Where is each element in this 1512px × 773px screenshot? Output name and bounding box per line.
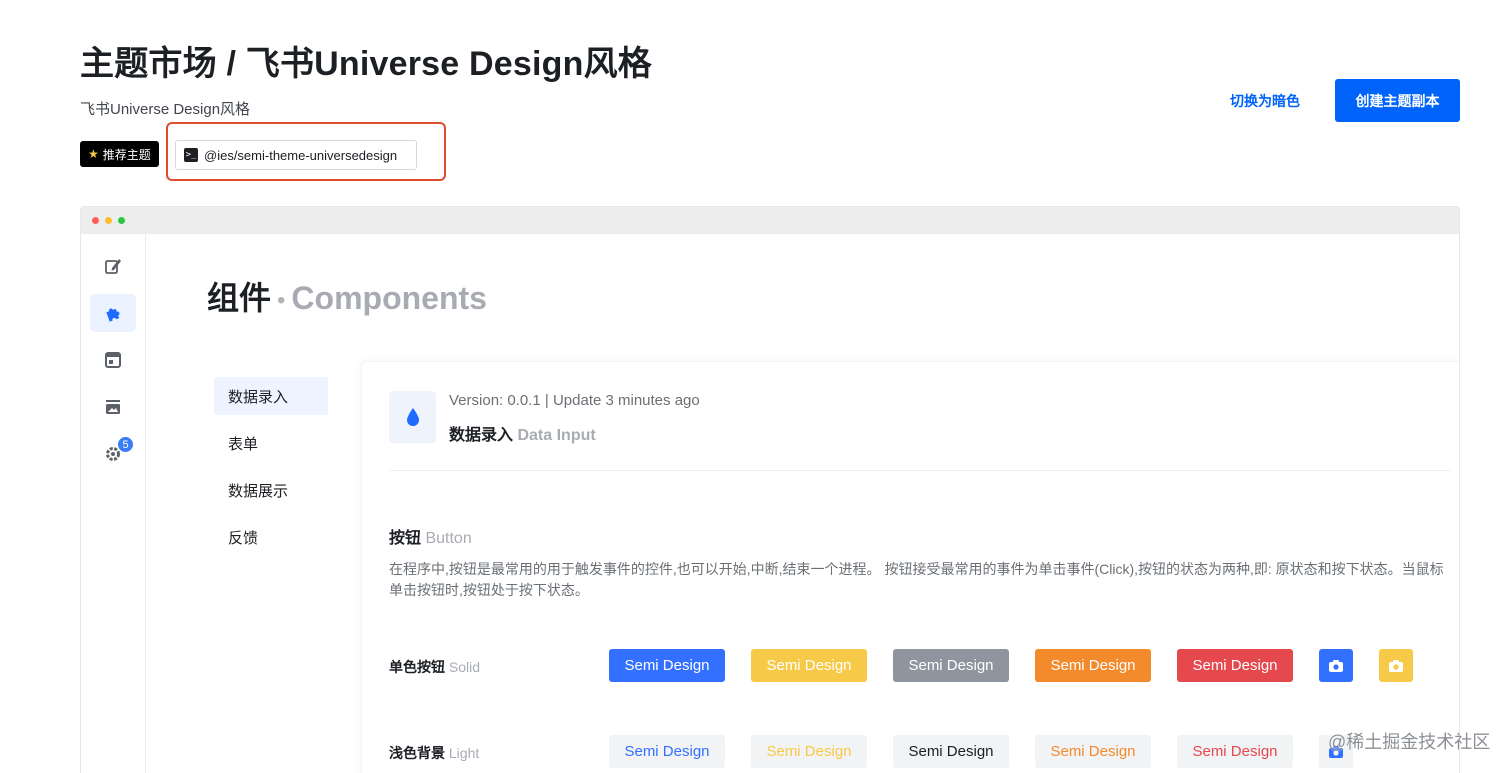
row-label-light-en: Light xyxy=(448,745,480,761)
heading-separator: • xyxy=(277,286,286,314)
nav-item-data-input[interactable]: 数据录入 xyxy=(214,377,328,415)
light-primary-button[interactable]: Semi Design xyxy=(609,735,725,768)
section-title-en: Data Input xyxy=(517,427,596,444)
row-label-solid-en: Solid xyxy=(448,659,481,675)
watermark: @稀土掘金技术社区 xyxy=(1328,732,1491,752)
create-theme-copy-button[interactable]: 创建主题副本 xyxy=(1335,79,1460,122)
preview-frame: 5 组件 • Components 数据录入 表单 数据展示 反馈 Version:… xyxy=(80,206,1460,773)
row-label-solid: 单色按钮 Solid xyxy=(389,657,480,677)
solid-tertiary-button[interactable]: Semi Design xyxy=(893,649,1009,682)
sidebar-item-layout[interactable] xyxy=(90,341,136,379)
nav-item-feedback[interactable]: 反馈 xyxy=(214,518,328,556)
light-tertiary-button[interactable]: Semi Design xyxy=(893,735,1009,768)
layout-icon xyxy=(105,352,121,368)
star-icon: ★ xyxy=(88,147,99,161)
package-name-chip[interactable]: >_ @ies/semi-theme-universedesign xyxy=(175,140,417,170)
camera-icon xyxy=(1329,659,1343,672)
solid-danger-button[interactable]: Semi Design xyxy=(1177,649,1293,682)
page-subtitle: 飞书Universe Design风格 xyxy=(80,101,251,118)
toggle-dark-mode-button[interactable]: 切换为暗色 xyxy=(1218,86,1312,116)
camera-icon xyxy=(1389,659,1403,672)
water-drop-icon xyxy=(406,408,419,426)
solid-primary-button[interactable]: Semi Design xyxy=(609,649,725,682)
window-close-dot xyxy=(92,217,99,224)
sidebar-item-gallery[interactable] xyxy=(90,388,136,426)
components-heading: 组件 • Components xyxy=(207,273,487,319)
browser-titlebar xyxy=(81,207,1459,234)
nav-item-data-display[interactable]: 数据展示 xyxy=(214,471,328,509)
button-title-en: Button xyxy=(425,530,472,547)
light-button-row: Semi Design Semi Design Semi Design Semi… xyxy=(609,735,1353,768)
edit-icon xyxy=(105,259,121,274)
version-info: Version: 0.0.1 | Update 3 minutes ago xyxy=(449,392,700,409)
image-icon xyxy=(106,400,120,414)
row-label-light-cn: 浅色背景 xyxy=(389,745,445,761)
sidebar-item-edit[interactable] xyxy=(90,247,136,285)
solid-orange-button[interactable]: Semi Design xyxy=(1035,649,1151,682)
light-orange-button[interactable]: Semi Design xyxy=(1035,735,1151,768)
window-minimize-dot xyxy=(105,217,112,224)
page-title: 主题市场 / 飞书Universe Design风格 xyxy=(80,45,652,83)
button-description: 在程序中,按钮是最常用的用于触发事件的控件,也可以开始,中断,结束一个进程。 按… xyxy=(389,561,1444,598)
recommend-tag: ★ 推荐主题 xyxy=(80,141,159,167)
divider xyxy=(389,470,1451,471)
recommend-tag-label: 推荐主题 xyxy=(102,147,151,162)
row-label-solid-cn: 单色按钮 xyxy=(389,659,445,675)
nav-item-form[interactable]: 表单 xyxy=(214,424,328,462)
row-label-light: 浅色背景 Light xyxy=(389,743,479,763)
heading-en: Components xyxy=(291,280,487,316)
notification-badge: 5 xyxy=(117,436,134,453)
solid-camera-button-blue[interactable] xyxy=(1319,649,1353,682)
light-warning-button[interactable]: Semi Design xyxy=(751,735,867,768)
component-category-nav: 数据录入 表单 数据展示 反馈 xyxy=(214,377,328,565)
terminal-icon: >_ xyxy=(184,148,198,162)
solid-button-row: Semi Design Semi Design Semi Design Semi… xyxy=(609,649,1413,682)
solid-camera-button-yellow[interactable] xyxy=(1379,649,1413,682)
sidebar-item-settings[interactable]: 5 xyxy=(90,434,136,472)
solid-warning-button[interactable]: Semi Design xyxy=(751,649,867,682)
component-card: Version: 0.0.1 | Update 3 minutes ago 数据… xyxy=(361,361,1459,773)
section-title: 数据录入 Data Input xyxy=(449,421,596,445)
light-danger-button[interactable]: Semi Design xyxy=(1177,735,1293,768)
section-title-cn: 数据录入 xyxy=(449,427,514,444)
package-name-text: @ies/semi-theme-universedesign xyxy=(204,147,398,163)
button-section-title: 按钮 Button xyxy=(389,524,472,548)
preview-sidebar: 5 xyxy=(81,234,146,773)
category-icon-box xyxy=(389,391,436,443)
puzzle-icon xyxy=(106,308,120,322)
sidebar-item-components[interactable] xyxy=(90,294,136,332)
heading-cn: 组件 xyxy=(207,280,272,316)
window-maximize-dot xyxy=(118,217,125,224)
button-title-cn: 按钮 xyxy=(389,530,422,547)
